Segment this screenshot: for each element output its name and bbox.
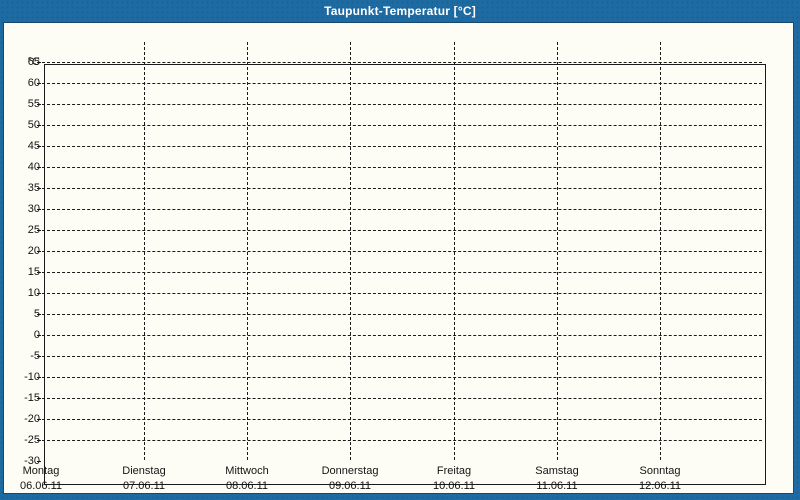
horizontal-gridline — [42, 230, 762, 231]
vertical-gridline — [557, 42, 558, 460]
horizontal-gridline — [42, 62, 762, 63]
x-date-label: 07.06.11 — [122, 480, 165, 492]
chart-window: Taupunkt-Temperatur [°C] °C 65 60 55 50 45 40… — [0, 0, 800, 500]
horizontal-gridline — [42, 356, 762, 357]
x-date-label: 11.06.11 — [536, 480, 578, 492]
y-tick-label: 50 — [27, 119, 40, 131]
chart-title: Taupunkt-Temperatur [°C] — [324, 4, 476, 18]
y-tick-label: 5 — [33, 308, 40, 320]
title-bar: Taupunkt-Temperatur [°C] — [0, 0, 800, 22]
horizontal-gridline — [42, 335, 762, 336]
horizontal-gridline — [42, 209, 762, 210]
vertical-gridline — [350, 42, 351, 460]
y-tick-label: -10 — [24, 371, 40, 383]
vertical-gridline — [247, 42, 248, 460]
x-date-label: 08.06.11 — [225, 480, 268, 492]
x-date-label: 10.06.11 — [432, 480, 475, 492]
y-tick-label: 0 — [33, 329, 40, 341]
vertical-gridline — [454, 42, 455, 460]
y-tick-label: -15 — [24, 392, 40, 404]
x-date-label: 12.06.11 — [638, 480, 681, 492]
y-tick-label: 55 — [27, 98, 40, 110]
x-date-label: 06.06.11 — [19, 480, 62, 492]
horizontal-gridline — [42, 251, 762, 252]
horizontal-gridline — [42, 419, 762, 420]
y-tick-label: 45 — [27, 140, 40, 152]
horizontal-gridline — [42, 398, 762, 399]
y-tick-label: 40 — [27, 161, 40, 173]
horizontal-gridline — [42, 377, 762, 378]
y-tick-label: 65 — [27, 56, 40, 68]
y-tick-label: 60 — [27, 77, 40, 89]
y-tick-label: 15 — [27, 266, 40, 278]
y-tick-label: 10 — [27, 287, 40, 299]
horizontal-gridline — [42, 188, 762, 189]
x-day-label: Donnerstag — [321, 465, 379, 477]
horizontal-gridline — [42, 83, 762, 84]
x-day-label: Sonntag — [639, 465, 681, 477]
x-day-label: Freitag — [436, 465, 472, 477]
y-tick-label: -5 — [30, 350, 40, 362]
x-day-label: Mittwoch — [225, 465, 269, 477]
y-tick-label: 30 — [27, 203, 40, 215]
y-tick-label: 35 — [27, 182, 40, 194]
vertical-gridline — [144, 42, 145, 460]
y-tick-label: 20 — [27, 245, 40, 257]
horizontal-gridline — [42, 272, 762, 273]
y-tick-label: -25 — [24, 434, 40, 446]
chart-panel: °C 65 60 55 50 45 40 35 30 25 20 15 10 5 0 -5 -10 -15 -20… — [3, 22, 794, 494]
horizontal-gridline — [42, 104, 762, 105]
x-day-label: Samstag — [535, 465, 579, 477]
y-tick-label: 25 — [27, 224, 40, 236]
horizontal-gridline — [42, 146, 762, 147]
horizontal-gridline — [42, 167, 762, 168]
vertical-gridline — [660, 42, 661, 460]
y-tick-label: -20 — [24, 413, 40, 425]
x-day-label: Dienstag — [122, 465, 166, 477]
x-day-label: Montag — [22, 465, 60, 477]
plot-area — [44, 64, 766, 485]
x-date-label: 09.06.11 — [328, 480, 371, 492]
horizontal-gridline — [42, 125, 762, 126]
horizontal-gridline — [42, 293, 762, 294]
horizontal-gridline — [42, 314, 762, 315]
horizontal-gridline — [42, 440, 762, 441]
